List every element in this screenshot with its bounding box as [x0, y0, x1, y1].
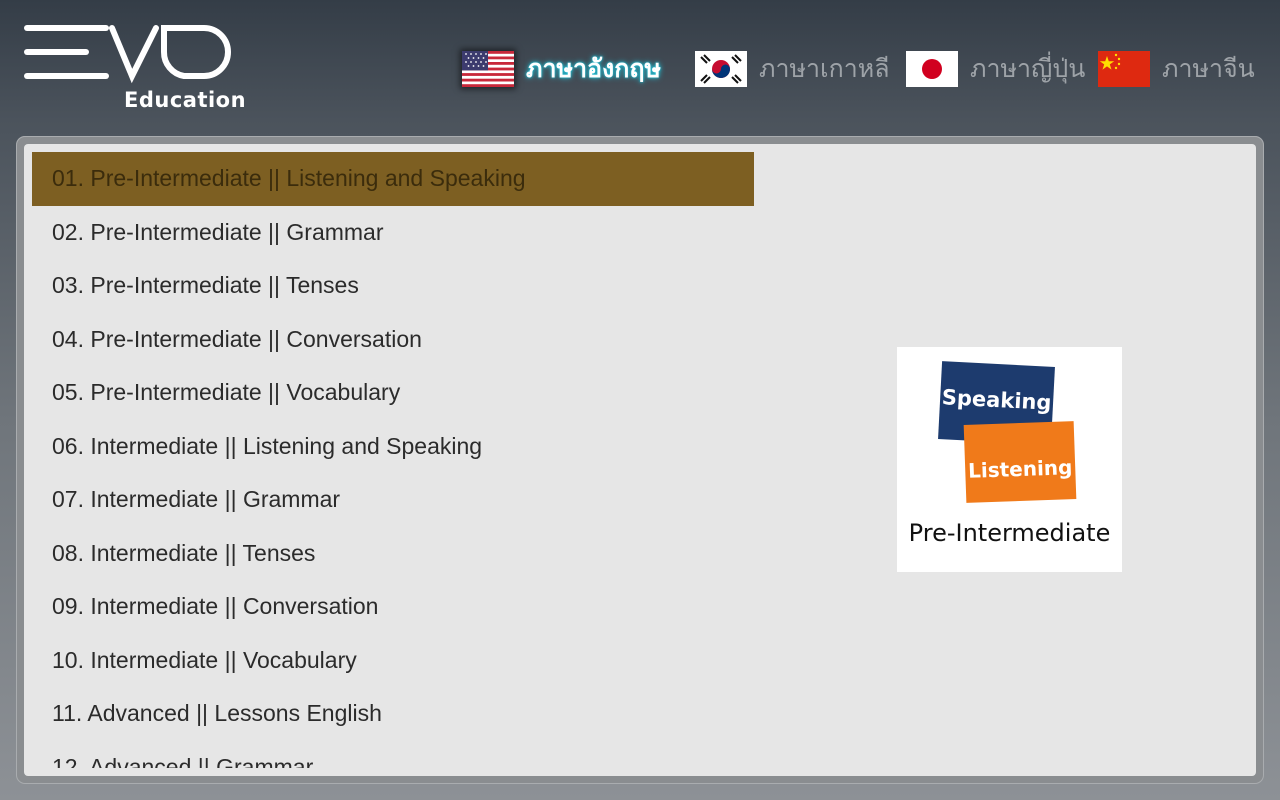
lesson-item-08[interactable]: 08. Intermediate || Tenses — [32, 527, 754, 581]
listening-tag: Listening — [963, 421, 1077, 503]
tab-language-chinese[interactable]: ภาษาจีน — [1098, 45, 1255, 93]
kr-flag-icon — [695, 51, 747, 87]
cn-flag-icon — [1098, 51, 1150, 87]
lesson-list[interactable]: 01. Pre-Intermediate || Listening and Sp… — [32, 152, 754, 768]
tab-label: ภาษาเกาหลี — [759, 54, 890, 83]
lesson-item-04[interactable]: 04. Pre-Intermediate || Conversation — [32, 313, 754, 367]
evo-logo-mark — [24, 25, 231, 84]
us-flag-icon — [462, 51, 514, 87]
lesson-item-12[interactable]: 12. Advanced || Grammar — [32, 741, 754, 769]
tab-language-english[interactable]: ภาษาอังกฤษ — [462, 45, 661, 93]
tab-language-japanese[interactable]: ภาษาญี่ปุ่น — [906, 45, 1085, 93]
speaking-tag-label: Speaking — [941, 385, 1053, 415]
lesson-item-02[interactable]: 02. Pre-Intermediate || Grammar — [32, 206, 754, 260]
tab-language-korean[interactable]: ภาษาเกาหลี — [695, 45, 890, 93]
lesson-item-11[interactable]: 11. Advanced || Lessons English — [32, 687, 754, 741]
lesson-item-05[interactable]: 05. Pre-Intermediate || Vocabulary — [32, 366, 754, 420]
listening-tag-label: Listening — [967, 455, 1073, 483]
lesson-item-07[interactable]: 07. Intermediate || Grammar — [32, 473, 754, 527]
jp-flag-icon — [906, 51, 958, 87]
content-panel: 01. Pre-Intermediate || Listening and Sp… — [24, 144, 1256, 776]
content-panel-frame: 01. Pre-Intermediate || Listening and Sp… — [16, 136, 1264, 784]
lesson-item-06[interactable]: 06. Intermediate || Listening and Speaki… — [32, 420, 754, 474]
lesson-item-09[interactable]: 09. Intermediate || Conversation — [32, 580, 754, 634]
tab-label: ภาษาอังกฤษ — [526, 54, 662, 83]
preview-caption: Pre-Intermediate — [908, 519, 1111, 547]
lesson-preview-image: Speaking Listening Pre-Intermediate — [897, 347, 1122, 572]
logo-text: Education — [124, 88, 247, 112]
tab-label: ภาษาจีน — [1162, 54, 1255, 83]
tab-label: ภาษาญี่ปุ่น — [970, 54, 1086, 83]
lesson-item-10[interactable]: 10. Intermediate || Vocabulary — [32, 634, 754, 688]
lesson-item-03[interactable]: 03. Pre-Intermediate || Tenses — [32, 259, 754, 313]
lesson-item-01[interactable]: 01. Pre-Intermediate || Listening and Sp… — [32, 152, 754, 206]
